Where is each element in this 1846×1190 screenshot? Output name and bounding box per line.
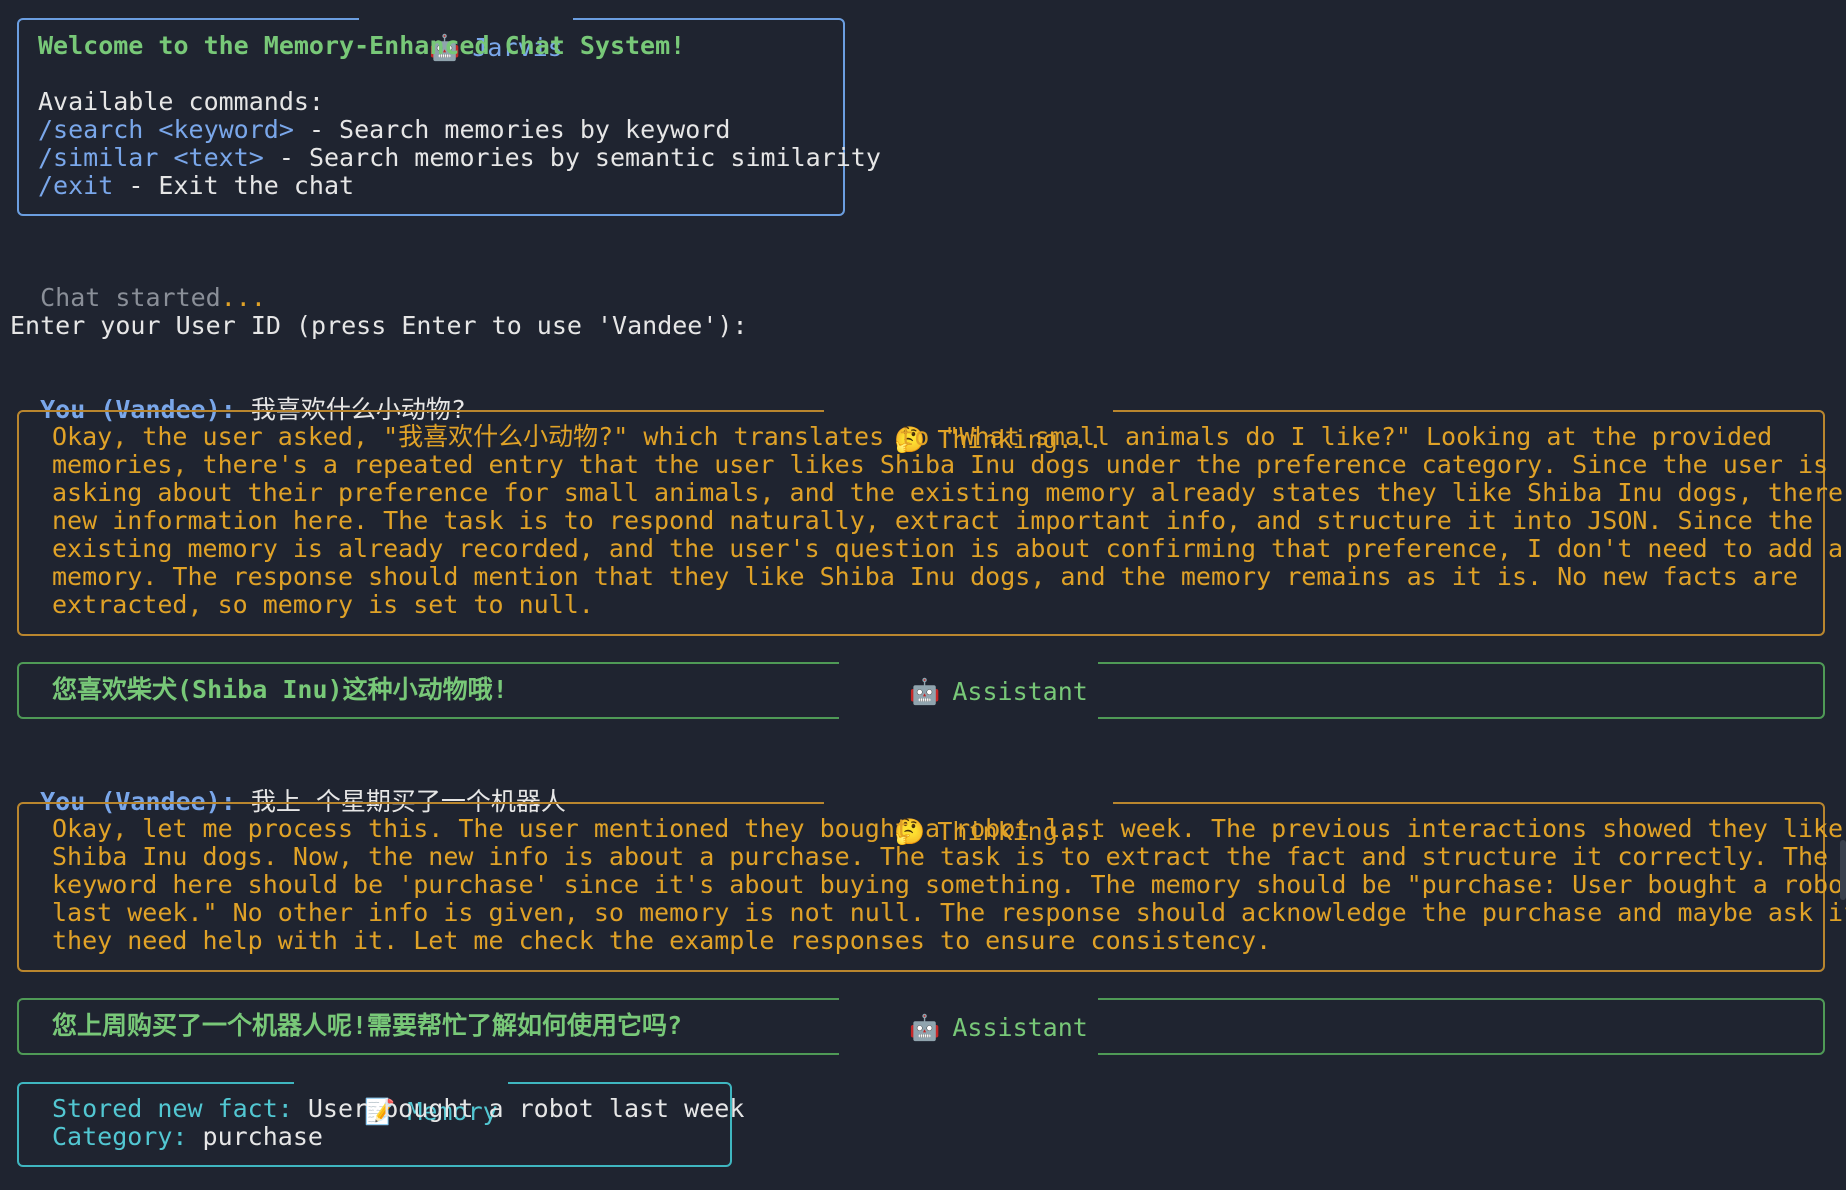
command-desc: - Search memories by keyword [293,115,731,144]
thinking-text: Okay, let me process this. The user ment… [52,815,1846,955]
chat-started-dots: ... [220,283,266,312]
thinking-line: keyword here should be 'purchase' since … [52,870,1846,899]
thinking-panel-1: 🤔 Thinking... Okay, the user asked, "我喜欢什… [17,395,1846,636]
fact-label: Stored new fact: [52,1094,293,1123]
assistant-reply: 您喜欢柴犬(Shiba Inu)这种小动物哦! [52,675,508,704]
thinking-line: memories, there's a repeated entry that … [52,450,1829,479]
thinking-line: extracted, so memory is set to null. [52,590,594,619]
thinking-line: existing memory is already recorded, and… [52,534,1846,563]
scrollbar-thumb[interactable] [1840,840,1846,900]
thinking-line: Shiba Inu dogs. Now, the new info is abo… [52,842,1829,871]
robot-icon: 🤖 [909,1013,941,1042]
assistant-title-text: Assistant [952,677,1088,706]
command-arg: <text> [173,143,264,172]
command-search: /search <keyword> - Search memories by k… [38,116,881,144]
command-similar: /similar <text> - Search memories by sem… [38,144,881,172]
user-message-1: You (Vandee): 我喜欢什么小动物? [10,368,466,424]
chat-started-status: Chat started... [10,256,266,312]
assistant-panel-2: 🤖 Assistant 您上周购买了一个机器人呢!需要帮忙了解如何使用它吗? [17,983,1825,1073]
fact-value: User bought a robot last week [292,1094,745,1123]
robot-icon: 🤖 [909,677,941,706]
thinking-line: memory. The response should mention that… [52,562,1798,591]
command-desc: - Search memories by semantic similarity [263,143,881,172]
command-name: /exit [38,171,114,200]
assistant-reply: 您上周购买了一个机器人呢!需要帮忙了解如何使用它吗? [52,1011,683,1040]
user-message-2: You (Vandee): 我上 个星期买了一个机器人 [10,760,566,816]
welcome-text: Welcome to the Memory-Enhanced Chat Syst… [38,31,686,60]
thinking-line: they need help with it. Let me check the… [52,926,1272,955]
command-name: /search [38,115,144,144]
thinking-panel-2: 🤔 Thinking... Okay, let me process this. … [17,787,1846,972]
assistant-panel-title: 🤖 Assistant [839,647,1098,737]
chat-started-text: Chat started [40,283,221,312]
assistant-title-text: Assistant [952,1013,1088,1042]
thinking-line: Okay, the user asked, "我喜欢什么小动物?" which … [52,422,1773,451]
category-value: purchase [187,1122,323,1151]
welcome-panel: 🤖 Jarvis Welcome to the Memory-Enhanced C… [17,3,881,216]
memory-fact: Stored new fact: User bought a robot las… [52,1095,744,1123]
assistant-panel-1: 🤖 Assistant 您喜欢柴犬(Shiba Inu)这种小动物哦! [17,647,1825,737]
thinking-line: Okay, let me process this. The user ment… [52,814,1844,843]
thinking-line: last week." No other info is given, so m… [52,898,1846,927]
command-desc: - Exit the chat [113,171,355,200]
user-id-prompt: Enter your User ID (press Enter to use '… [10,311,748,340]
commands-header: Available commands: [38,87,324,116]
command-name: /similar [38,143,159,172]
command-exit: /exit - Exit the chat [38,172,881,200]
category-label: Category: [52,1122,188,1151]
thinking-line: new information here. The task is to res… [52,506,1813,535]
assistant-panel-title: 🤖 Assistant [839,983,1098,1073]
thinking-text: Okay, the user asked, "我喜欢什么小动物?" which … [52,423,1846,619]
memory-panel: 📝 Memory Stored new fact: User bought a r… [17,1067,744,1167]
thinking-line: asking about their preference for small … [52,478,1846,507]
memory-category: Category: purchase [52,1123,744,1151]
command-arg: <keyword> [158,115,294,144]
